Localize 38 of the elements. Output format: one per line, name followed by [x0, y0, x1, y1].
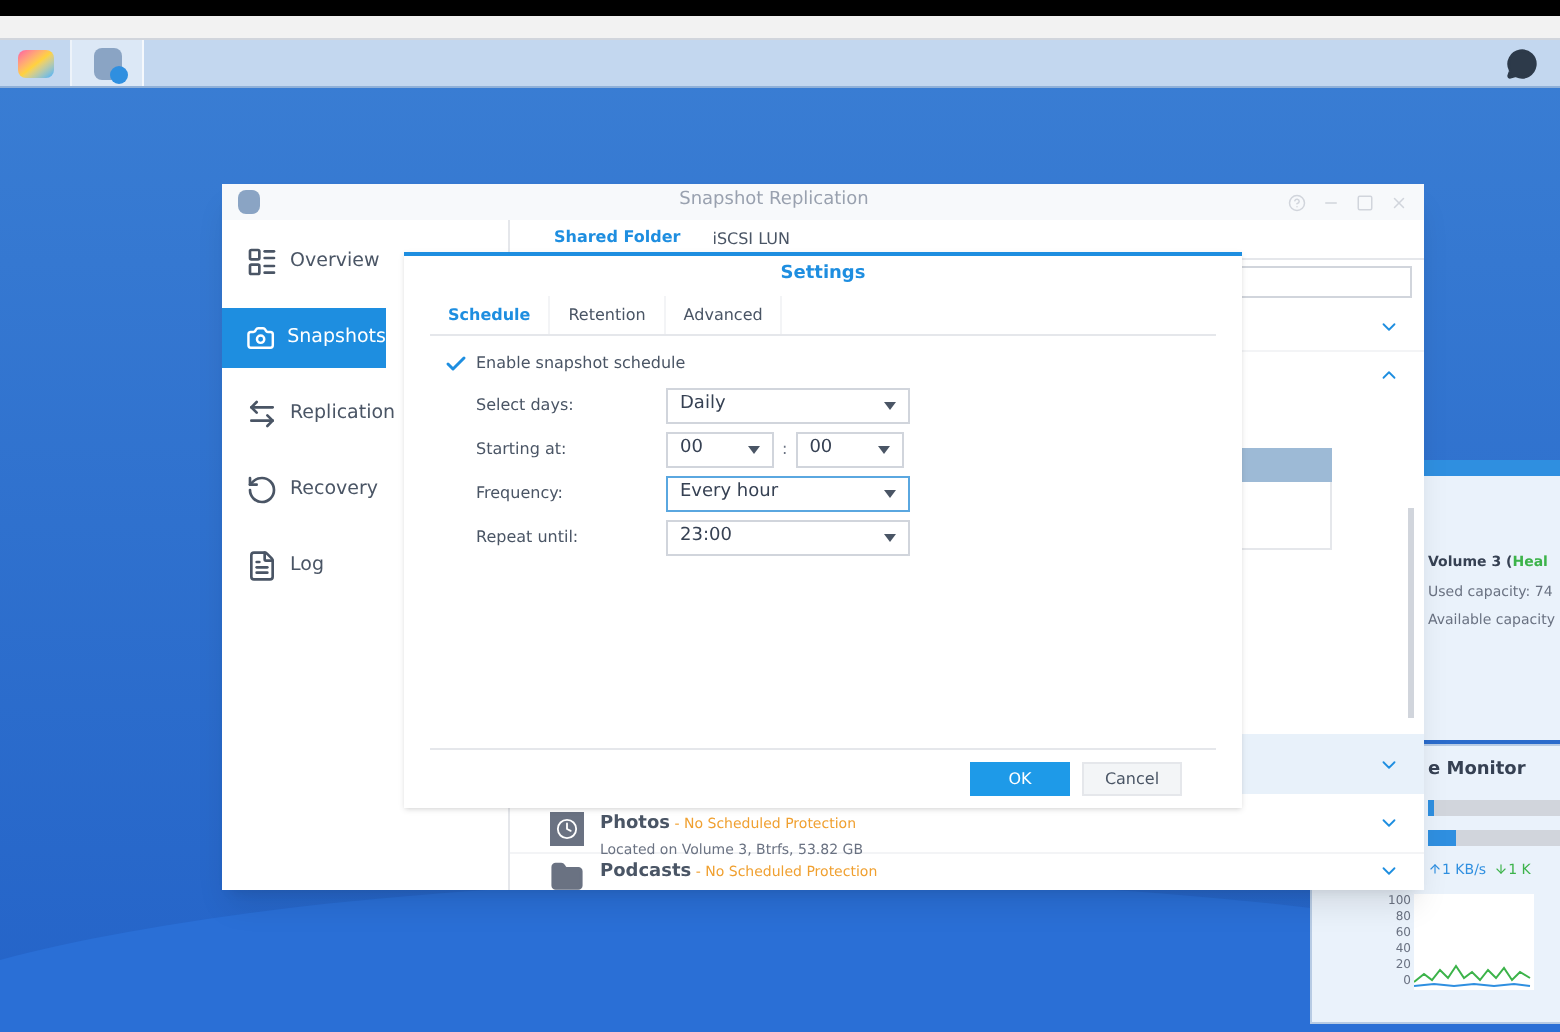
list-icon — [246, 246, 278, 278]
app-icon — [238, 190, 260, 214]
window-title: Snapshot Replication — [677, 188, 871, 215]
network-sparkline — [1414, 894, 1535, 990]
checkbox-label: Enable snapshot schedule — [476, 352, 686, 376]
field-label: Frequency: — [476, 481, 565, 505]
search-field[interactable] — [1240, 266, 1412, 298]
arrows-icon — [246, 398, 278, 430]
cpu-bar — [1428, 799, 1434, 815]
tab[interactable]: Schedule — [430, 296, 551, 334]
dropdown-field[interactable]: 23:00 — [666, 519, 910, 555]
document-icon — [246, 550, 278, 582]
down-arrow-icon — [1494, 862, 1509, 877]
cancel-button[interactable]: Cancel — [1082, 762, 1182, 796]
memory-bar — [1428, 829, 1456, 845]
tab[interactable]: Retention — [550, 296, 666, 334]
field-label: Starting at: — [476, 437, 569, 461]
tab[interactable]: iSCSI LUN — [696, 220, 806, 258]
camera-icon — [246, 322, 276, 354]
tab[interactable]: Advanced — [665, 296, 783, 334]
dropdown-field[interactable]: 00 — [666, 431, 774, 467]
dropdown-field[interactable]: 00 — [795, 431, 904, 467]
widget-title: e Monitor — [1428, 758, 1528, 784]
clock-folder-icon — [550, 812, 584, 846]
sidebar-item[interactable]: Snapshots — [222, 308, 386, 368]
folder-icon — [550, 860, 584, 890]
time-separator: : — [782, 437, 788, 461]
dropdown-field[interactable]: Daily — [666, 387, 910, 423]
chat-icon[interactable] — [1506, 47, 1538, 79]
sidebar-item[interactable]: Overview — [222, 232, 508, 292]
field-label: Select days: — [476, 393, 576, 417]
dialog-title: Settings — [778, 262, 868, 289]
rotate-icon — [246, 474, 278, 506]
taskbar-app-icon[interactable] — [72, 40, 144, 86]
checkbox[interactable] — [444, 352, 468, 376]
field-label: Repeat until: — [476, 525, 581, 549]
up-arrow-icon — [1428, 862, 1442, 877]
dropdown-field[interactable]: Every hour — [666, 475, 910, 511]
